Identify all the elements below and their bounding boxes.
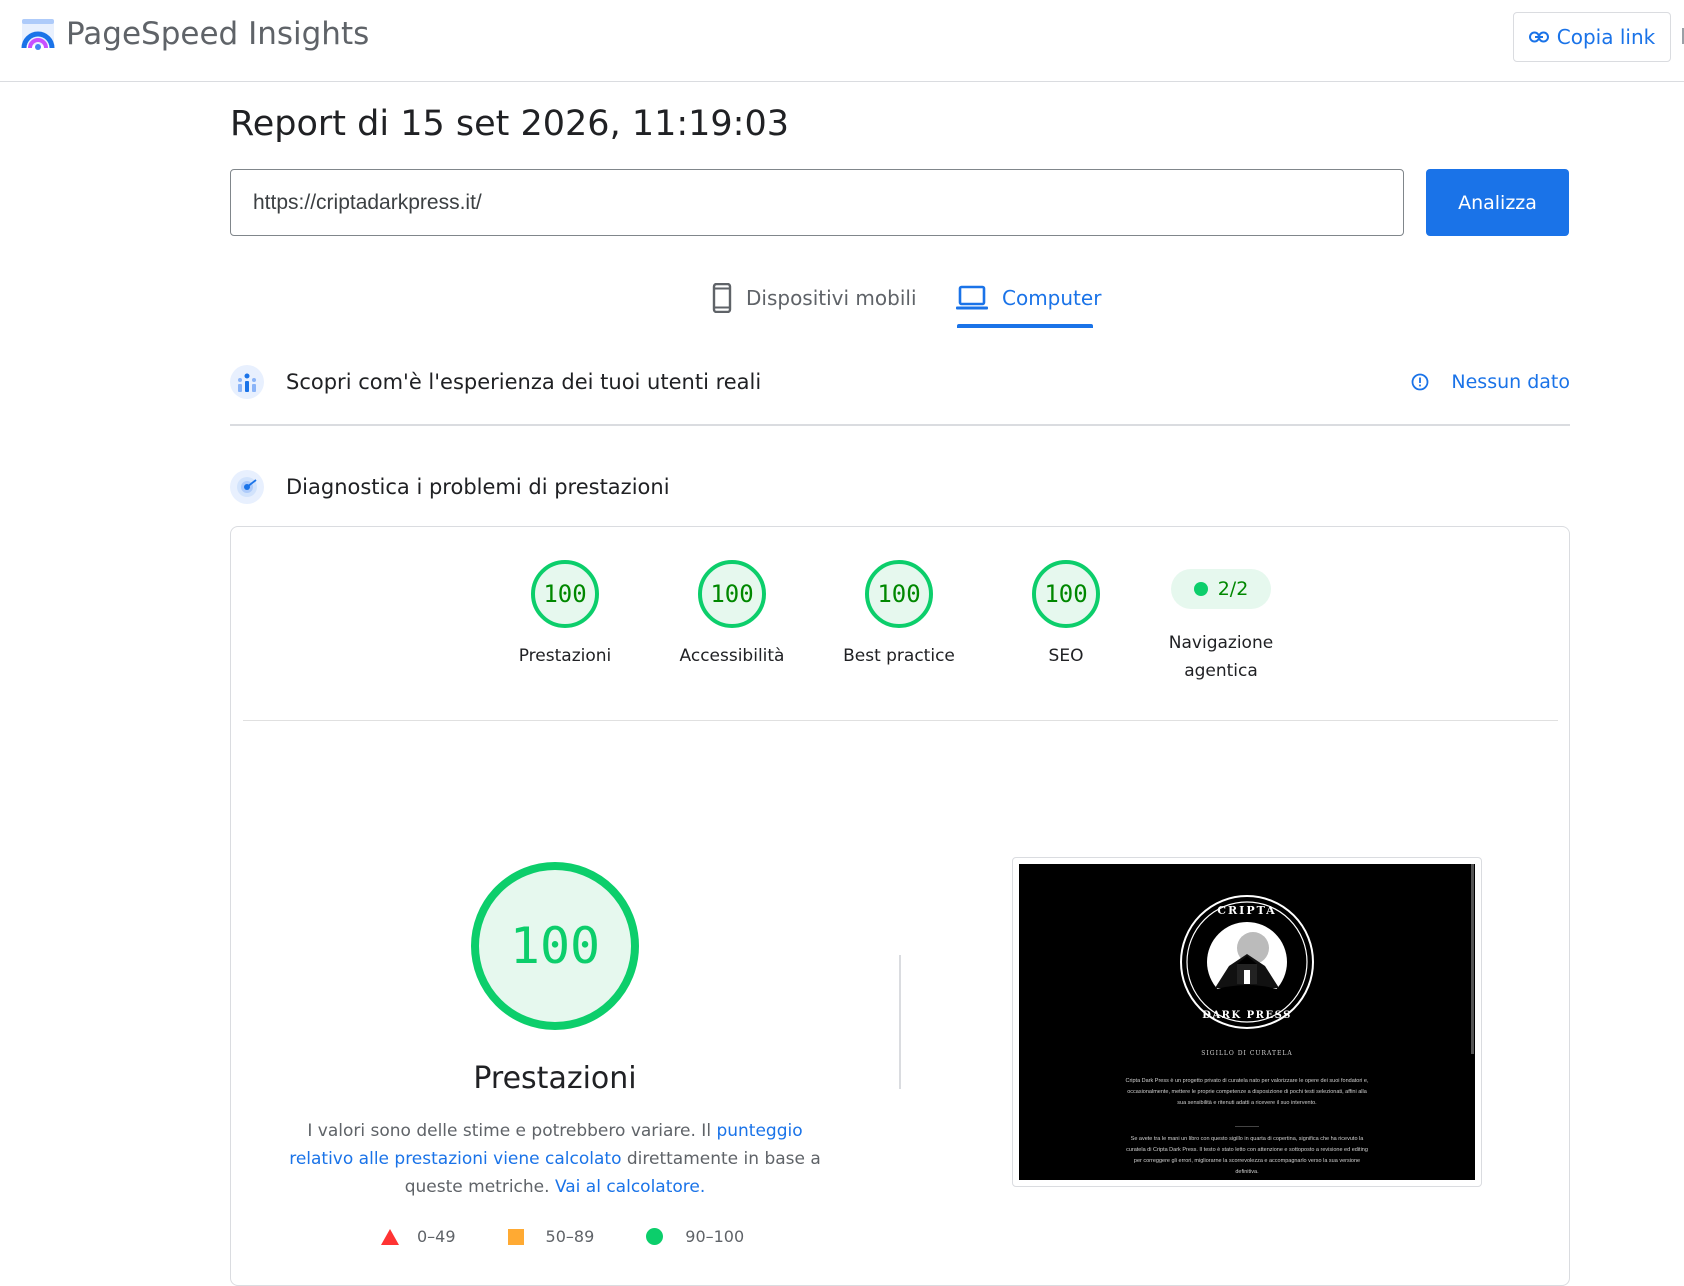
- tab-desktop[interactable]: Computer: [956, 278, 1101, 318]
- agentic-label: Navigazione agentica: [1136, 629, 1306, 685]
- top-bar: PageSpeed Insights Copia link: [0, 0, 1684, 82]
- vertical-divider: [899, 955, 901, 1089]
- field-data-section: Scopri com'è l'esperienza dei tuoi utent…: [230, 365, 1570, 399]
- laptop-icon: [956, 285, 988, 310]
- square-icon: [507, 1228, 524, 1245]
- legend-fail-range: 0–49: [417, 1227, 456, 1246]
- score-gauge-performance[interactable]: 100 Prestazioni: [485, 560, 645, 670]
- score-legend: 0–49 50–89 90–100: [381, 1227, 796, 1246]
- performance-big-gauge: 100: [471, 862, 639, 1030]
- users-chart-icon: [230, 365, 264, 399]
- calculator-link[interactable]: Vai al calcolatore.: [555, 1177, 705, 1197]
- no-data-label: Nessun dato: [1451, 371, 1570, 393]
- score-gauge-seo[interactable]: 100 SEO: [986, 560, 1146, 670]
- note-text-1: I valori sono delle stime e potrebbero v…: [307, 1121, 717, 1141]
- agentic-badge: 2/2: [1171, 569, 1271, 609]
- performance-note: I valori sono delle stime e potrebbero v…: [277, 1117, 833, 1201]
- smartphone-icon: [712, 283, 732, 313]
- page-screenshot[interactable]: CRIPTA DARK PRESS SIGILLO DI CURATELA Cr…: [1012, 857, 1482, 1187]
- legend-average-range: 50–89: [545, 1227, 595, 1246]
- agentic-label-line2: agentica: [1184, 661, 1258, 681]
- card-divider: [243, 720, 1558, 721]
- pagespeed-logo-icon: [21, 19, 55, 50]
- tab-mobile-label: Dispositivi mobili: [746, 286, 917, 310]
- thumb-heading: SIGILLO DI CURATELA: [1201, 1050, 1293, 1057]
- seal-bottom-text: DARK PRESS: [1202, 1010, 1292, 1021]
- score-value: 100: [531, 560, 599, 628]
- thumb-rule: [1235, 1126, 1259, 1127]
- link-icon: [1528, 31, 1549, 43]
- legend-fail: 0–49: [381, 1227, 456, 1246]
- brand[interactable]: PageSpeed Insights: [20, 16, 369, 52]
- info-icon: [1411, 373, 1429, 391]
- score-value: 100: [698, 560, 766, 628]
- agentic-value: 2/2: [1217, 578, 1249, 600]
- tab-mobile[interactable]: Dispositivi mobili: [712, 278, 917, 318]
- no-data-link[interactable]: Nessun dato: [1411, 371, 1570, 393]
- diagnostics-title: Diagnostica i problemi di prestazioni: [286, 475, 670, 499]
- legend-pass-range: 90–100: [685, 1227, 745, 1246]
- report-title: Report di 15 set 2026, 11:19:03: [230, 104, 790, 144]
- device-tabs: Dispositivi mobili Computer: [0, 270, 1684, 332]
- score-value: 100: [1032, 560, 1100, 628]
- cripta-seal-logo: CRIPTA DARK PRESS: [1180, 895, 1314, 1029]
- score-gauge-accessibility[interactable]: 100 Accessibilità: [652, 560, 812, 670]
- copy-link-label: Copia link: [1556, 25, 1656, 49]
- performance-title: Prestazioni: [473, 1061, 637, 1096]
- thumb-paragraph-1: Cripta Dark Press è un progetto privato …: [1125, 1078, 1369, 1106]
- legend-average: 50–89: [507, 1227, 595, 1246]
- seal-top-text: CRIPTA: [1217, 904, 1276, 917]
- active-tab-indicator: [957, 324, 1093, 328]
- analyze-button[interactable]: Analizza: [1426, 169, 1569, 236]
- score-value: 100: [865, 560, 933, 628]
- copy-link-button[interactable]: Copia link: [1513, 12, 1671, 62]
- legend-pass: 90–100: [646, 1227, 744, 1246]
- circle-icon: [646, 1228, 664, 1245]
- screenshot-image: CRIPTA DARK PRESS SIGILLO DI CURATELA Cr…: [1019, 864, 1475, 1180]
- score-label: SEO: [1048, 646, 1084, 666]
- score-label: Prestazioni: [518, 646, 612, 666]
- score-label: Best practice: [843, 646, 955, 666]
- score-gauge-best-practices[interactable]: 100 Best practice: [819, 560, 979, 670]
- radar-icon: [230, 470, 264, 504]
- triangle-icon: [381, 1228, 399, 1245]
- pass-dot-icon: [1193, 582, 1208, 596]
- thumb-paragraph-2: Se avete tra le mani un libro con questo…: [1126, 1136, 1368, 1175]
- field-data-title: Scopri com'è l'esperienza dei tuoi utent…: [286, 370, 762, 394]
- diagnostics-section: Diagnostica i problemi di prestazioni: [230, 470, 1570, 504]
- app-title: PageSpeed Insights: [66, 16, 370, 52]
- score-label: Accessibilità: [679, 646, 785, 666]
- url-input[interactable]: [230, 169, 1404, 236]
- thumb-scrollbar: [1471, 864, 1474, 1054]
- score-gauge-agentic[interactable]: 2/2 Navigazione agentica: [1136, 560, 1306, 685]
- report-card: 100 Prestazioni 100 Accessibilità 100 Be…: [230, 526, 1570, 1286]
- tab-desktop-label: Computer: [1002, 286, 1102, 310]
- section-divider: [230, 424, 1570, 426]
- agentic-label-line1: Navigazione: [1168, 633, 1274, 653]
